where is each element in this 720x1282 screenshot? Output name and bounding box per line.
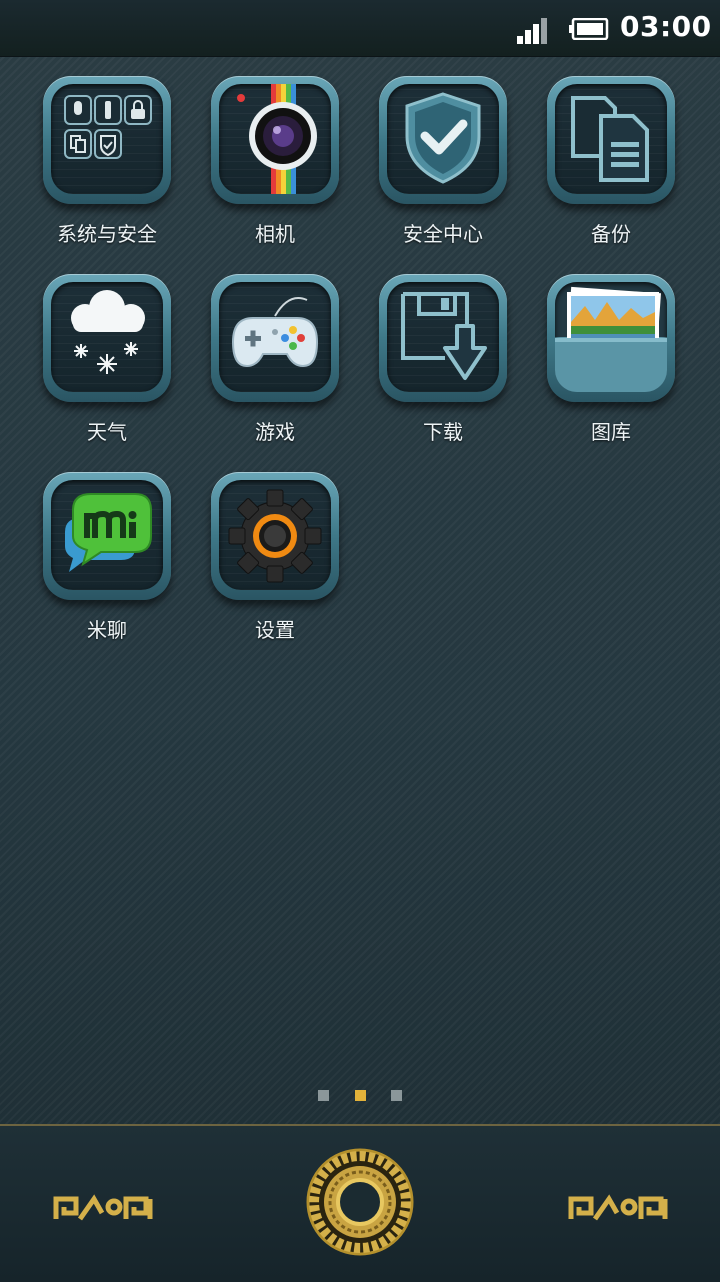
ornament-right-icon[interactable] [565, 1185, 677, 1229]
signal-icon [517, 18, 547, 44]
app-mi-chat[interactable]: 米聊 [32, 456, 182, 646]
app-security-center[interactable]: 安全中心 [368, 60, 518, 250]
weather-snow-icon [71, 290, 145, 374]
app-label: 游戏 [255, 420, 295, 444]
app-backup[interactable]: 备份 [536, 60, 686, 250]
app-settings[interactable]: 设置 [200, 456, 350, 646]
app-label: 下载 [423, 420, 463, 444]
status-bar: 03:00 [0, 0, 720, 57]
app-tile [379, 274, 507, 402]
clock-time: 03:00 [620, 10, 712, 43]
app-tile [547, 274, 675, 402]
backup-documents-icon [571, 96, 649, 182]
ornament-left-icon[interactable] [50, 1185, 162, 1229]
gamepad-icon [231, 297, 319, 368]
app-label: 图库 [591, 420, 631, 444]
app-tile [211, 76, 339, 204]
app-tile [43, 76, 171, 204]
app-gallery[interactable]: 图库 [536, 258, 686, 448]
page-dot[interactable] [318, 1090, 329, 1101]
app-tile [211, 274, 339, 402]
battery-icon [569, 18, 609, 40]
app-label: 设置 [255, 618, 295, 642]
page-dot-active[interactable] [355, 1090, 366, 1101]
app-label: 天气 [87, 420, 127, 444]
app-label: 系统与安全 [57, 222, 157, 246]
app-download[interactable]: 下载 [368, 258, 518, 448]
mi-chat-icon [65, 493, 152, 572]
app-tile [43, 472, 171, 600]
app-label: 相机 [255, 222, 295, 246]
page-dot[interactable] [391, 1090, 402, 1101]
app-camera[interactable]: 相机 [200, 60, 350, 250]
app-games[interactable]: 游戏 [200, 258, 350, 448]
app-tile [547, 76, 675, 204]
app-label: 安全中心 [403, 222, 483, 246]
app-tile [43, 274, 171, 402]
download-icon [401, 292, 487, 380]
app-label: 米聊 [87, 618, 127, 642]
gallery-icon [555, 286, 667, 392]
app-tile [211, 472, 339, 600]
ornament-home-ring-icon[interactable] [304, 1146, 416, 1258]
settings-gear-icon [228, 489, 322, 583]
app-tile [379, 76, 507, 204]
app-system-security[interactable]: 系统与安全 [32, 60, 182, 250]
shield-check-icon [405, 92, 481, 184]
app-label: 备份 [591, 222, 631, 246]
system-security-icon [64, 95, 152, 159]
camera-icon [237, 84, 317, 194]
page-indicator [0, 1090, 720, 1104]
app-weather[interactable]: 天气 [32, 258, 182, 448]
